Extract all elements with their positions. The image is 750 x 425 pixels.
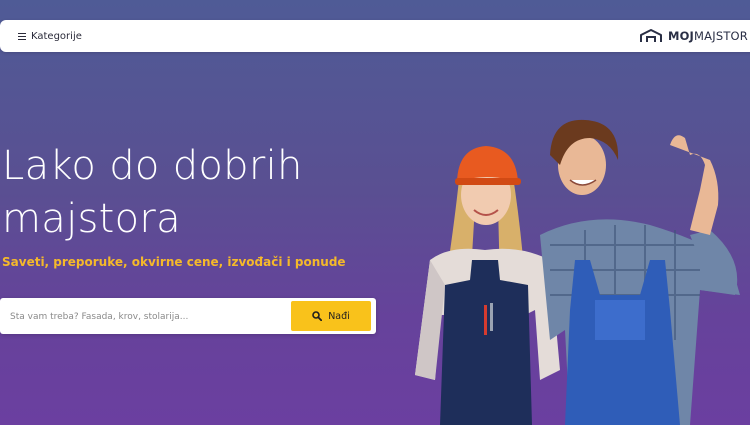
search-bar: Nađi (0, 298, 376, 334)
hamburger-icon (18, 32, 26, 41)
search-icon (312, 311, 323, 321)
search-input[interactable] (8, 304, 282, 330)
hero-title-line-2: majstora (2, 196, 181, 242)
hero-title: Lako do dobrih majstora (2, 140, 382, 246)
house-roof-icon (639, 29, 662, 42)
hero-title-line-1: Lako do dobrih (2, 143, 303, 189)
worker-woman-figure (415, 146, 560, 425)
site-logo[interactable]: MOJMAJSTOR (639, 27, 748, 45)
logo-text-bold: MOJ (667, 29, 695, 43)
categories-menu-label: Kategorije (31, 30, 82, 42)
search-button-label: Nađi (328, 310, 350, 322)
categories-menu-button[interactable]: Kategorije (18, 28, 82, 44)
search-button[interactable]: Nađi (291, 301, 371, 331)
hero-subtitle: Saveti, preporuke, okvirne cene, izvođač… (2, 255, 346, 269)
logo-text-light: MAJSTOR (694, 29, 748, 43)
top-navbar: Kategorije MOJMAJSTOR (0, 20, 750, 52)
page: Kategorije MOJMAJSTOR Lako do dobrih maj… (0, 0, 750, 425)
hero-workers-photo (415, 119, 740, 425)
worker-man-figure (540, 119, 740, 425)
